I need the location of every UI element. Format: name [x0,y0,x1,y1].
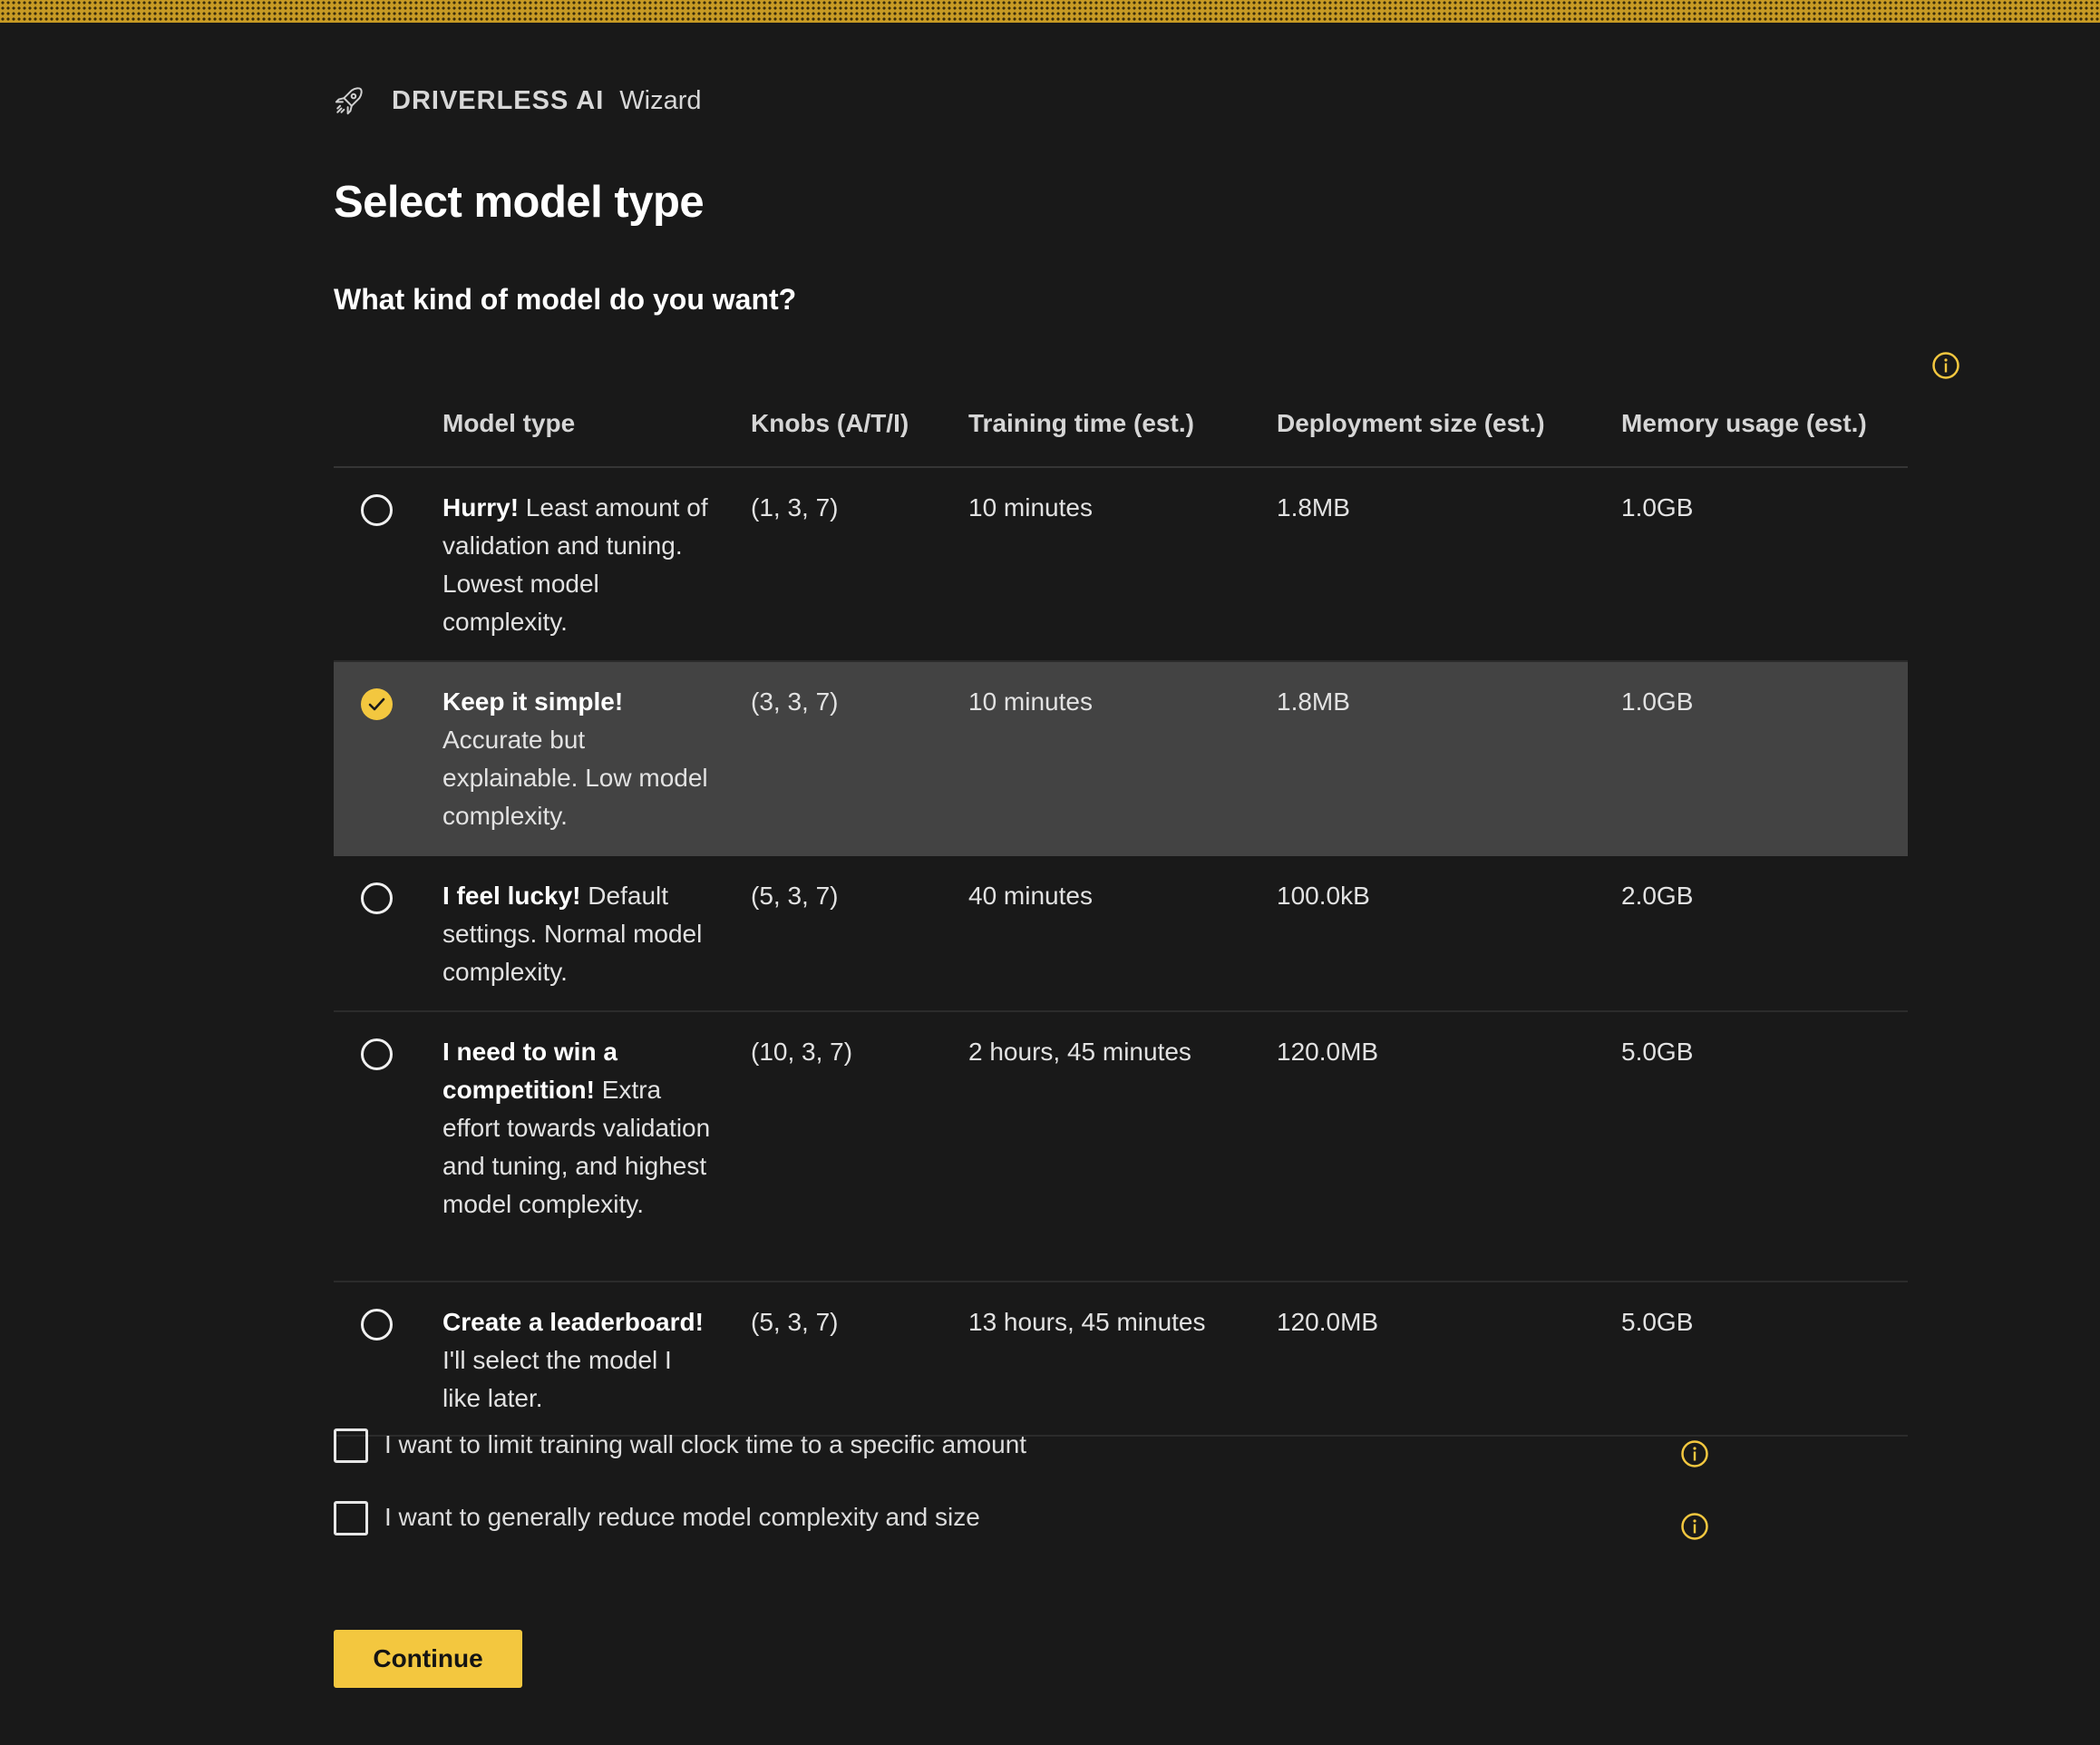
top-pattern-band [0,0,2100,23]
model-name: I need to win a competition! [442,1038,617,1104]
page-title: Select model type [334,178,705,227]
deployment-size-value: 120.0MB [1277,1308,1379,1336]
header-training-time: Training time (est.) [968,409,1194,437]
brand-subtitle: Wizard [619,85,702,115]
radio-button[interactable] [361,882,393,914]
options-group: I want to limit training wall clock time… [334,1428,1908,1574]
model-description: I need to win a competition! Extra effor… [442,1033,715,1223]
info-icon [1681,1440,1708,1467]
radio-button[interactable] [361,1309,393,1340]
knobs-value: (3, 3, 7) [751,687,839,716]
option-reduce-complexity[interactable]: I want to generally reduce model complex… [334,1501,1908,1574]
info-icon [1932,352,1959,379]
header-deployment-size: Deployment size (est.) [1277,409,1545,437]
reduce-complexity-checkbox[interactable] [334,1501,368,1535]
memory-usage-value: 1.0GB [1621,687,1694,716]
training-time-value: 10 minutes [968,493,1093,522]
model-detail: I'll select the model I like later. [442,1346,672,1412]
deployment-size-value: 120.0MB [1277,1038,1379,1066]
question-heading: What kind of model do you want? [334,283,797,316]
model-row-keep-it-simple[interactable]: Keep it simple! Accurate but explainable… [334,662,1908,856]
model-detail: Accurate but explainable. Low model comp… [442,726,708,830]
memory-usage-value: 5.0GB [1621,1308,1694,1336]
radio-button-selected[interactable] [361,688,393,720]
model-description: Create a leaderboard! I'll select the mo… [442,1303,715,1418]
model-name: Create a leaderboard! [442,1308,704,1336]
reduce-complexity-label[interactable]: I want to generally reduce model complex… [384,1503,980,1532]
memory-usage-value: 1.0GB [1621,493,1694,522]
training-time-value: 10 minutes [968,687,1093,716]
model-description: Hurry! Least amount of validation and tu… [442,489,715,641]
limit-time-label[interactable]: I want to limit training wall clock time… [384,1430,1026,1459]
memory-usage-value: 5.0GB [1621,1038,1694,1066]
model-name: Hurry! [442,493,520,522]
knobs-value: (10, 3, 7) [751,1038,853,1066]
check-circle-icon [368,697,385,711]
training-time-value: 2 hours, 45 minutes [968,1038,1191,1066]
rocket-icon [335,87,363,115]
option-limit-training-time[interactable]: I want to limit training wall clock time… [334,1428,1908,1501]
training-time-value: 13 hours, 45 minutes [968,1308,1206,1336]
brand-name: DRIVERLESS AI [392,85,605,115]
model-row-leaderboard[interactable]: Create a leaderboard! I'll select the mo… [334,1282,1908,1437]
memory-usage-value: 2.0GB [1621,882,1694,910]
reduce-complexity-info-button[interactable] [1680,1512,1709,1541]
header-model-type: Model type [442,409,576,437]
header-knobs: Knobs (A/T/I) [751,409,909,437]
model-type-table: Model type Knobs (A/T/I) Training time (… [334,385,1908,1437]
info-icon [1681,1513,1708,1540]
header-memory-usage: Memory usage (est.) [1621,409,1867,437]
training-time-value: 40 minutes [968,882,1093,910]
limit-time-info-button[interactable] [1680,1439,1709,1468]
limit-time-checkbox[interactable] [334,1428,368,1463]
table-info-button[interactable] [1931,351,1960,380]
model-row-win-competition[interactable]: I need to win a competition! Extra effor… [334,1012,1908,1282]
table-header: Model type Knobs (A/T/I) Training time (… [334,385,1908,468]
radio-button[interactable] [361,1038,393,1070]
knobs-value: (5, 3, 7) [751,882,839,910]
model-name: I feel lucky! [442,882,581,910]
deployment-size-value: 1.8MB [1277,687,1350,716]
model-description: I feel lucky! Default settings. Normal m… [442,877,715,991]
model-description: Keep it simple! Accurate but explainable… [442,683,715,835]
knobs-value: (1, 3, 7) [751,493,839,522]
brand-header: DRIVERLESS AI Wizard [334,77,702,124]
model-row-hurry[interactable]: Hurry! Least amount of validation and tu… [334,468,1908,662]
model-name: Keep it simple! [442,687,624,716]
continue-button[interactable]: Continue [334,1630,522,1688]
deployment-size-value: 100.0kB [1277,882,1370,910]
model-row-feel-lucky[interactable]: I feel lucky! Default settings. Normal m… [334,856,1908,1012]
knobs-value: (5, 3, 7) [751,1308,839,1336]
deployment-size-value: 1.8MB [1277,493,1350,522]
radio-button[interactable] [361,494,393,526]
